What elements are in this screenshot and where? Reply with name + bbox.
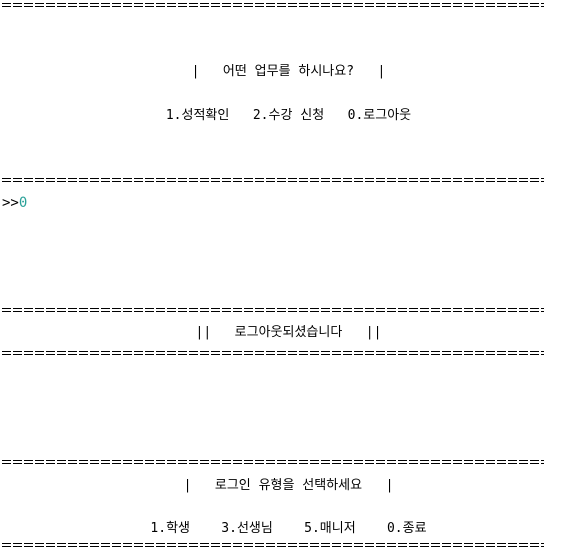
- separator-line: [2, 177, 544, 183]
- login-options: 1.학생 3.선생님 5.매니저 0.종료: [150, 521, 427, 536]
- separator-line: [2, 307, 544, 313]
- separator-line: [2, 2, 544, 8]
- input-line[interactable]: >>0: [2, 195, 27, 211]
- separator-line: [2, 542, 544, 548]
- separator-line: [2, 459, 544, 465]
- logout-message: || 로그아웃되셨습니다 ||: [195, 325, 382, 340]
- input-value[interactable]: 0: [19, 195, 27, 211]
- menu-title: | 어떤 업무를 하시나요? |: [191, 64, 386, 79]
- prompt-symbol: >>: [2, 195, 19, 211]
- menu-options: 1.성적확인 2.수강 신청 0.로그아웃: [165, 108, 412, 123]
- login-title: | 로그인 유형을 선택하세요 |: [183, 478, 394, 493]
- separator-line: [2, 350, 544, 356]
